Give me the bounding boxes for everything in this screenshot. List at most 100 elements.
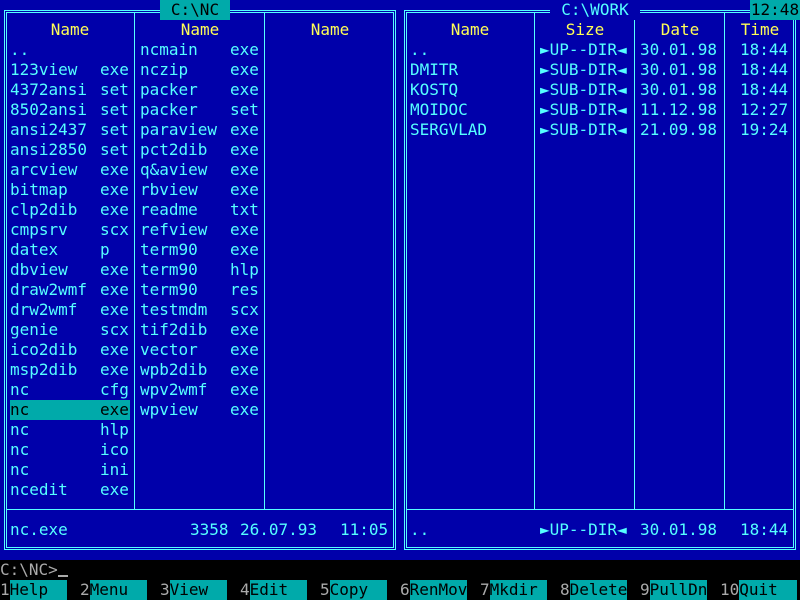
file-name: nc xyxy=(10,440,30,459)
right-frame-left xyxy=(404,10,405,550)
file-entry[interactable]: wpb2dib exe xyxy=(140,360,260,380)
file-name: wpview xyxy=(140,400,198,419)
right-col-header-name[interactable]: Name xyxy=(410,20,530,40)
file-entry[interactable]: tif2dib exe xyxy=(140,320,260,340)
left-col-header-3: Name xyxy=(310,20,350,39)
file-entry[interactable]: clp2dib exe xyxy=(10,200,130,220)
right-column-divider-2 xyxy=(634,12,635,510)
file-name: refview xyxy=(140,220,208,239)
file-entry[interactable]: ncmain exe xyxy=(140,40,260,60)
file-entry[interactable]: term90 res xyxy=(140,280,260,300)
left-panel[interactable]: C:\NC Name Name Name .. 123view exe 4372ans… xyxy=(0,0,400,560)
file-entry[interactable]: refview exe xyxy=(140,220,260,240)
file-entry[interactable]: datex p xyxy=(10,240,130,260)
file-entry[interactable]: cmpsrv scx xyxy=(10,220,130,240)
file-ext: exe xyxy=(230,380,259,399)
dir-entry-date: 30.01.98 xyxy=(640,40,718,59)
fkey-1-button[interactable]: 1Help xyxy=(0,580,68,600)
dir-entry-name[interactable]: DMITR xyxy=(410,60,458,80)
dir-entry-name[interactable]: KOSTQ xyxy=(410,80,458,100)
file-ext: exe xyxy=(230,400,259,419)
dir-entry-size: ►SUB-DIR◄ xyxy=(540,120,627,139)
right-panel[interactable]: C:\WORK 12:48 Name Size Date Time .. ►UP-… xyxy=(400,0,800,560)
fkey-3-button[interactable]: 3View xyxy=(160,580,228,600)
clock: 12:48 xyxy=(750,0,800,20)
dir-entry-name[interactable]: MOIDOC xyxy=(410,100,468,120)
fkey-10-button[interactable]: 10Quit xyxy=(720,580,798,600)
fkey-9-button[interactable]: 9PullDn xyxy=(640,580,708,600)
file-entry[interactable]: term90 exe xyxy=(140,240,260,260)
fkey-7-button[interactable]: 7Mkdir xyxy=(480,580,548,600)
file-entry[interactable]: packer set xyxy=(140,100,260,120)
file-entry[interactable]: nc ini xyxy=(10,460,130,480)
left-frame-bottom-inner xyxy=(6,547,394,548)
file-entry[interactable]: ncedit exe xyxy=(10,480,130,500)
fkey-5-button[interactable]: 5Copy xyxy=(320,580,388,600)
file-entry[interactable]: packer exe xyxy=(140,80,260,100)
command-line[interactable]: C:\NC> xyxy=(0,560,800,580)
file-entry[interactable]: ansi2850 set xyxy=(10,140,130,160)
file-entry[interactable]: 4372ansi set xyxy=(10,80,130,100)
right-col-header-size[interactable]: Size xyxy=(540,20,630,40)
right-status-time: 18:44 xyxy=(740,520,789,539)
file-entry[interactable]: ansi2437 set xyxy=(10,120,130,140)
file-ext: exe xyxy=(230,240,259,259)
file-entry[interactable]: draw2wmf exe xyxy=(10,280,130,300)
fkey-8-button[interactable]: 8Delete xyxy=(560,580,628,600)
dir-entry-size: ►SUB-DIR◄ xyxy=(540,60,627,79)
file-entry[interactable]: nc cfg xyxy=(10,380,130,400)
fkey-label: View xyxy=(169,580,228,600)
fkey-number: 1 xyxy=(0,580,10,599)
file-entry[interactable]: .. xyxy=(10,40,130,60)
file-entry[interactable]: wpview exe xyxy=(140,400,260,420)
file-entry[interactable]: drw2wmf exe xyxy=(10,300,130,320)
text-cursor xyxy=(57,575,68,577)
dir-entry-time: 18:44 xyxy=(740,40,789,59)
right-col-header-time[interactable]: Time xyxy=(730,20,790,40)
file-entry[interactable]: readme txt xyxy=(140,200,260,220)
file-entry[interactable]: nczip exe xyxy=(140,60,260,80)
fkey-number: 9 xyxy=(640,580,650,599)
left-panel-title[interactable]: C:\NC xyxy=(160,0,230,20)
right-panel-title[interactable]: C:\WORK xyxy=(550,0,640,20)
file-entry[interactable]: ico2dib exe xyxy=(10,340,130,360)
dir-entry-name[interactable]: SERGVLAD xyxy=(410,120,487,140)
file-ext: exe xyxy=(230,220,259,239)
file-entry[interactable]: rbview exe xyxy=(140,180,260,200)
file-entry[interactable]: genie scx xyxy=(10,320,130,340)
file-entry[interactable]: msp2dib exe xyxy=(10,360,130,380)
file-entry[interactable]: 123view exe xyxy=(10,60,130,80)
dir-entry-date: 21.09.98 xyxy=(640,120,718,139)
fkey-4-button[interactable]: 4Edit xyxy=(240,580,308,600)
file-entry[interactable]: vector exe xyxy=(140,340,260,360)
file-ext: exe xyxy=(230,140,259,159)
left-column-divider-2 xyxy=(264,12,265,510)
file-entry[interactable]: wpv2wmf exe xyxy=(140,380,260,400)
file-entry[interactable]: paraview exe xyxy=(140,120,260,140)
file-ext: hlp xyxy=(100,420,129,439)
right-status-separator xyxy=(406,509,794,510)
file-entry[interactable]: q&aview exe xyxy=(140,160,260,180)
file-entry[interactable]: term90 hlp xyxy=(140,260,260,280)
file-entry[interactable]: bitmap exe xyxy=(10,180,130,200)
fkey-2-button[interactable]: 2Menu xyxy=(80,580,148,600)
file-entry[interactable]: arcview exe xyxy=(10,160,130,180)
right-col-header-date[interactable]: Date xyxy=(640,20,720,40)
fkey-6-button[interactable]: 6RenMov xyxy=(400,580,468,600)
file-entry[interactable]: nc ico xyxy=(10,440,130,460)
file-name: cmpsrv xyxy=(10,220,68,239)
file-entry[interactable]: testmdm scx xyxy=(140,300,260,320)
file-ext: set xyxy=(100,80,129,99)
file-entry[interactable]: nc hlp xyxy=(10,420,130,440)
fkey-number: 6 xyxy=(400,580,410,599)
file-entry[interactable]: pct2dib exe xyxy=(140,140,260,160)
dir-entry-name[interactable]: .. xyxy=(410,40,429,60)
fkey-number: 3 xyxy=(160,580,170,599)
file-name: genie xyxy=(10,320,59,339)
file-name: clp2dib xyxy=(10,200,78,219)
file-name: ncedit xyxy=(10,480,68,499)
file-entry[interactable]: dbview exe xyxy=(10,260,130,280)
file-entry-selected[interactable]: nc exe xyxy=(10,400,130,420)
file-entry[interactable]: 8502ansi set xyxy=(10,100,130,120)
file-name: packer xyxy=(140,100,198,119)
